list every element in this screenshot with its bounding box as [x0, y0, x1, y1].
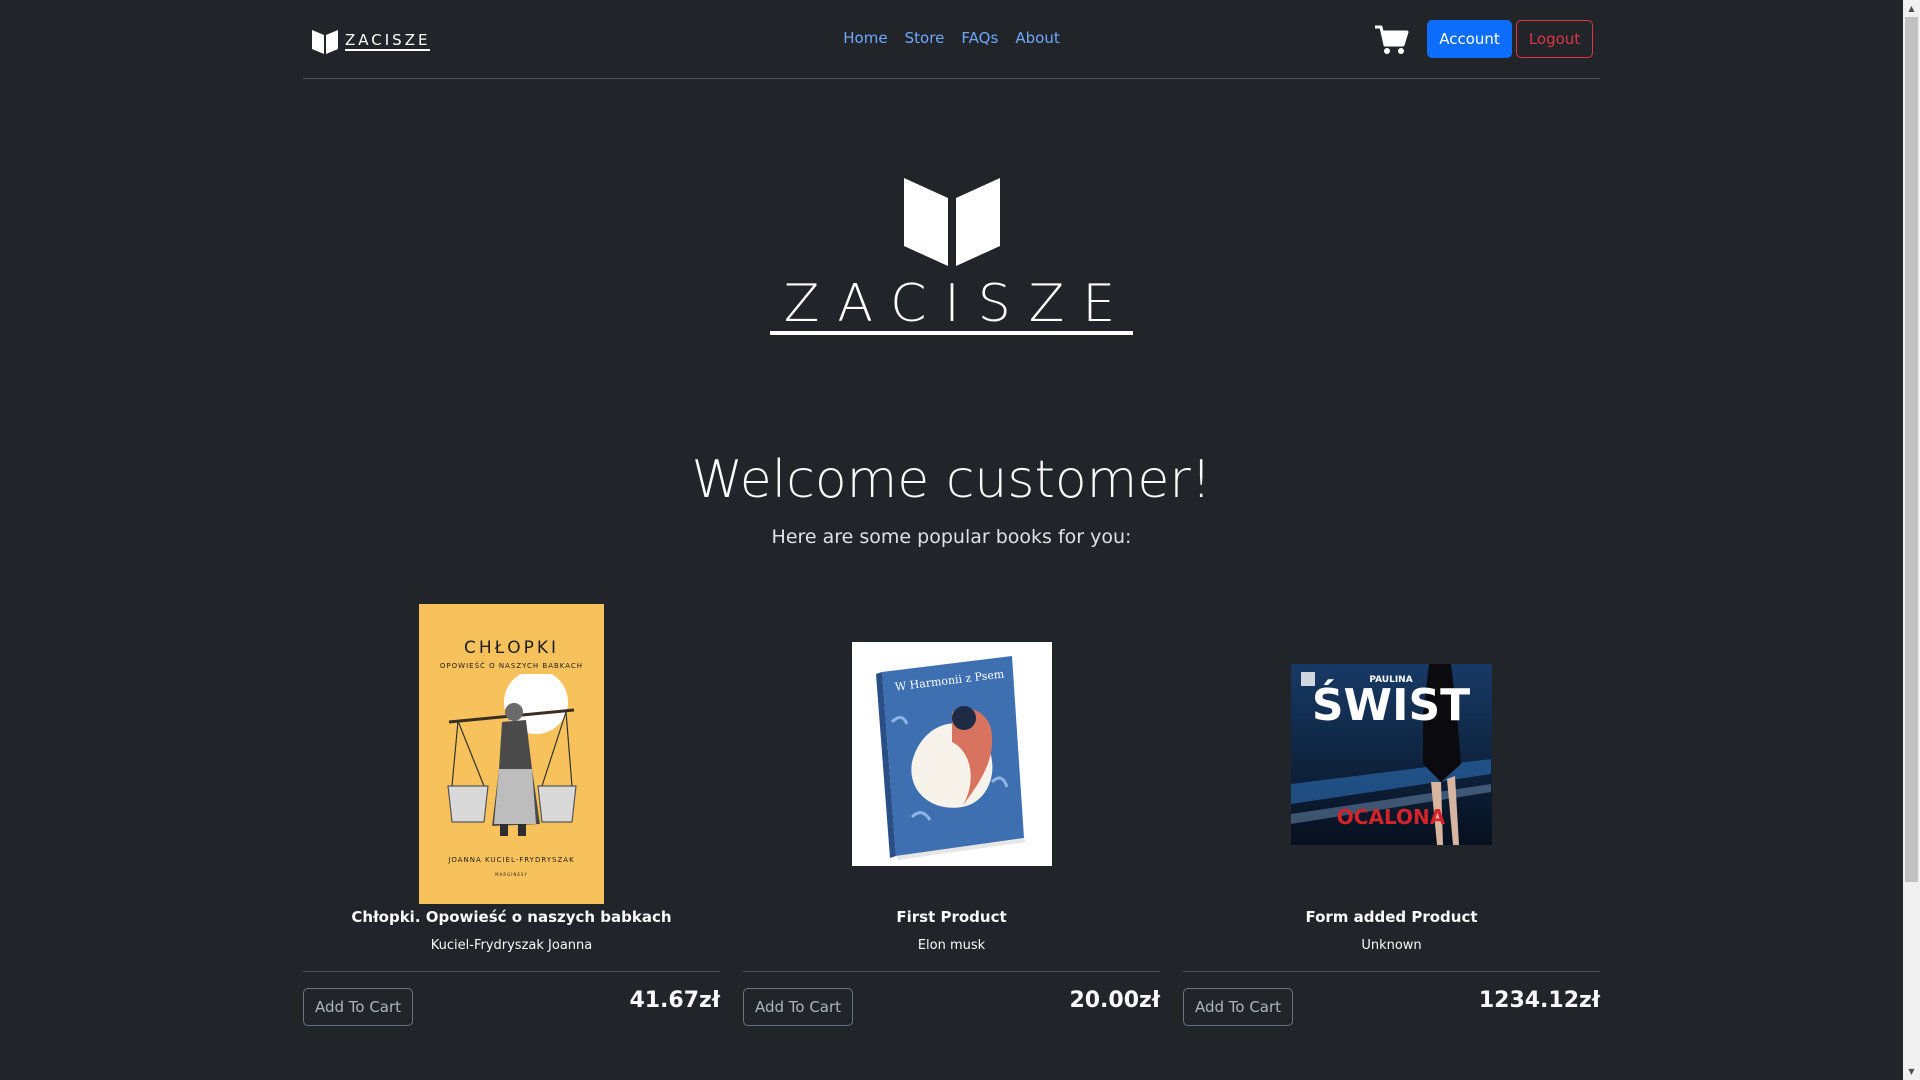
page: ZACISZE Home Store FAQs About Account Lo… — [0, 0, 1920, 1080]
product-price: 41.67zł — [629, 988, 720, 1013]
product-title[interactable]: Form added Product — [1183, 908, 1600, 926]
product-card: W Harmonii z Psem First Product Elon mus… — [743, 600, 1160, 1030]
product-card: CHŁOPKI OPOWIEŚĆ O NASZYCH BABKACH JOANN… — [303, 600, 720, 1030]
vertical-scrollbar[interactable]: ▲ ▼ — [1903, 0, 1920, 1080]
main-container: ZACISZE Home Store FAQs About Account Lo… — [303, 0, 1600, 1026]
book-logo-icon — [903, 178, 1000, 266]
divider — [743, 971, 1160, 972]
book-cover-image[interactable]: CHŁOPKI OPOWIEŚĆ O NASZYCH BABKACH JOANN… — [419, 604, 604, 904]
product-title[interactable]: Chłopki. Opowieść o naszych babkach — [303, 908, 720, 926]
welcome-subtitle: Here are some popular books for you: — [771, 526, 1132, 548]
product-price: 20.00zł — [1069, 988, 1160, 1013]
product-title[interactable]: First Product — [743, 908, 1160, 926]
welcome-heading: Welcome customer! — [691, 450, 1212, 510]
product-author: Unknown — [1361, 938, 1422, 953]
crime-novel-cover-illustration: PAULINA ŚWIST OCALONA — [1291, 663, 1492, 845]
product-author: Elon musk — [917, 938, 986, 953]
logout-button[interactable]: Logout — [1516, 20, 1593, 58]
add-to-cart-button[interactable]: Add To Cart — [1183, 988, 1293, 1026]
add-to-cart-button[interactable]: Add To Cart — [743, 988, 853, 1026]
product-image-wrap: CHŁOPKI OPOWIEŚĆ O NASZYCH BABKACH JOANN… — [303, 600, 720, 908]
header: ZACISZE Home Store FAQs About Account Lo… — [303, 0, 1600, 79]
shopping-cart-icon[interactable] — [1374, 24, 1410, 56]
account-button[interactable]: Account — [1427, 20, 1512, 58]
hero-brand-title: ZACISZE — [303, 274, 1600, 335]
product-image-wrap: W Harmonii z Psem — [743, 600, 1160, 908]
nav-store[interactable]: Store — [905, 29, 945, 47]
nav-faqs[interactable]: FAQs — [961, 29, 998, 47]
svg-text:ŚWIST: ŚWIST — [1312, 678, 1470, 731]
divider — [1183, 971, 1600, 972]
scroll-down-arrow-icon[interactable]: ▼ — [1903, 1063, 1920, 1080]
product-card: PAULINA ŚWIST OCALONA Form added Product… — [1183, 600, 1600, 1030]
product-price: 1234.12zł — [1478, 988, 1600, 1013]
book-cover-image[interactable]: PAULINA ŚWIST OCALONA — [1291, 663, 1492, 845]
scrollbar-thumb[interactable] — [1905, 17, 1918, 882]
scroll-up-arrow-icon[interactable]: ▲ — [1903, 0, 1920, 17]
product-author: Kuciel-Frydryszak Joanna — [430, 938, 593, 953]
book-3d-illustration: W Harmonii z Psem — [851, 642, 1052, 866]
svg-text:OCALONA: OCALONA — [1337, 805, 1446, 829]
nav-home[interactable]: Home — [843, 29, 887, 47]
divider — [303, 971, 720, 972]
woman-carrying-buckets-illustration — [447, 674, 577, 836]
product-image-wrap: PAULINA ŚWIST OCALONA — [1183, 600, 1600, 908]
add-to-cart-button[interactable]: Add To Cart — [303, 988, 413, 1026]
book-cover-image[interactable]: W Harmonii z Psem — [851, 642, 1052, 866]
hero-logo — [303, 176, 1600, 272]
nav-about[interactable]: About — [1015, 29, 1059, 47]
